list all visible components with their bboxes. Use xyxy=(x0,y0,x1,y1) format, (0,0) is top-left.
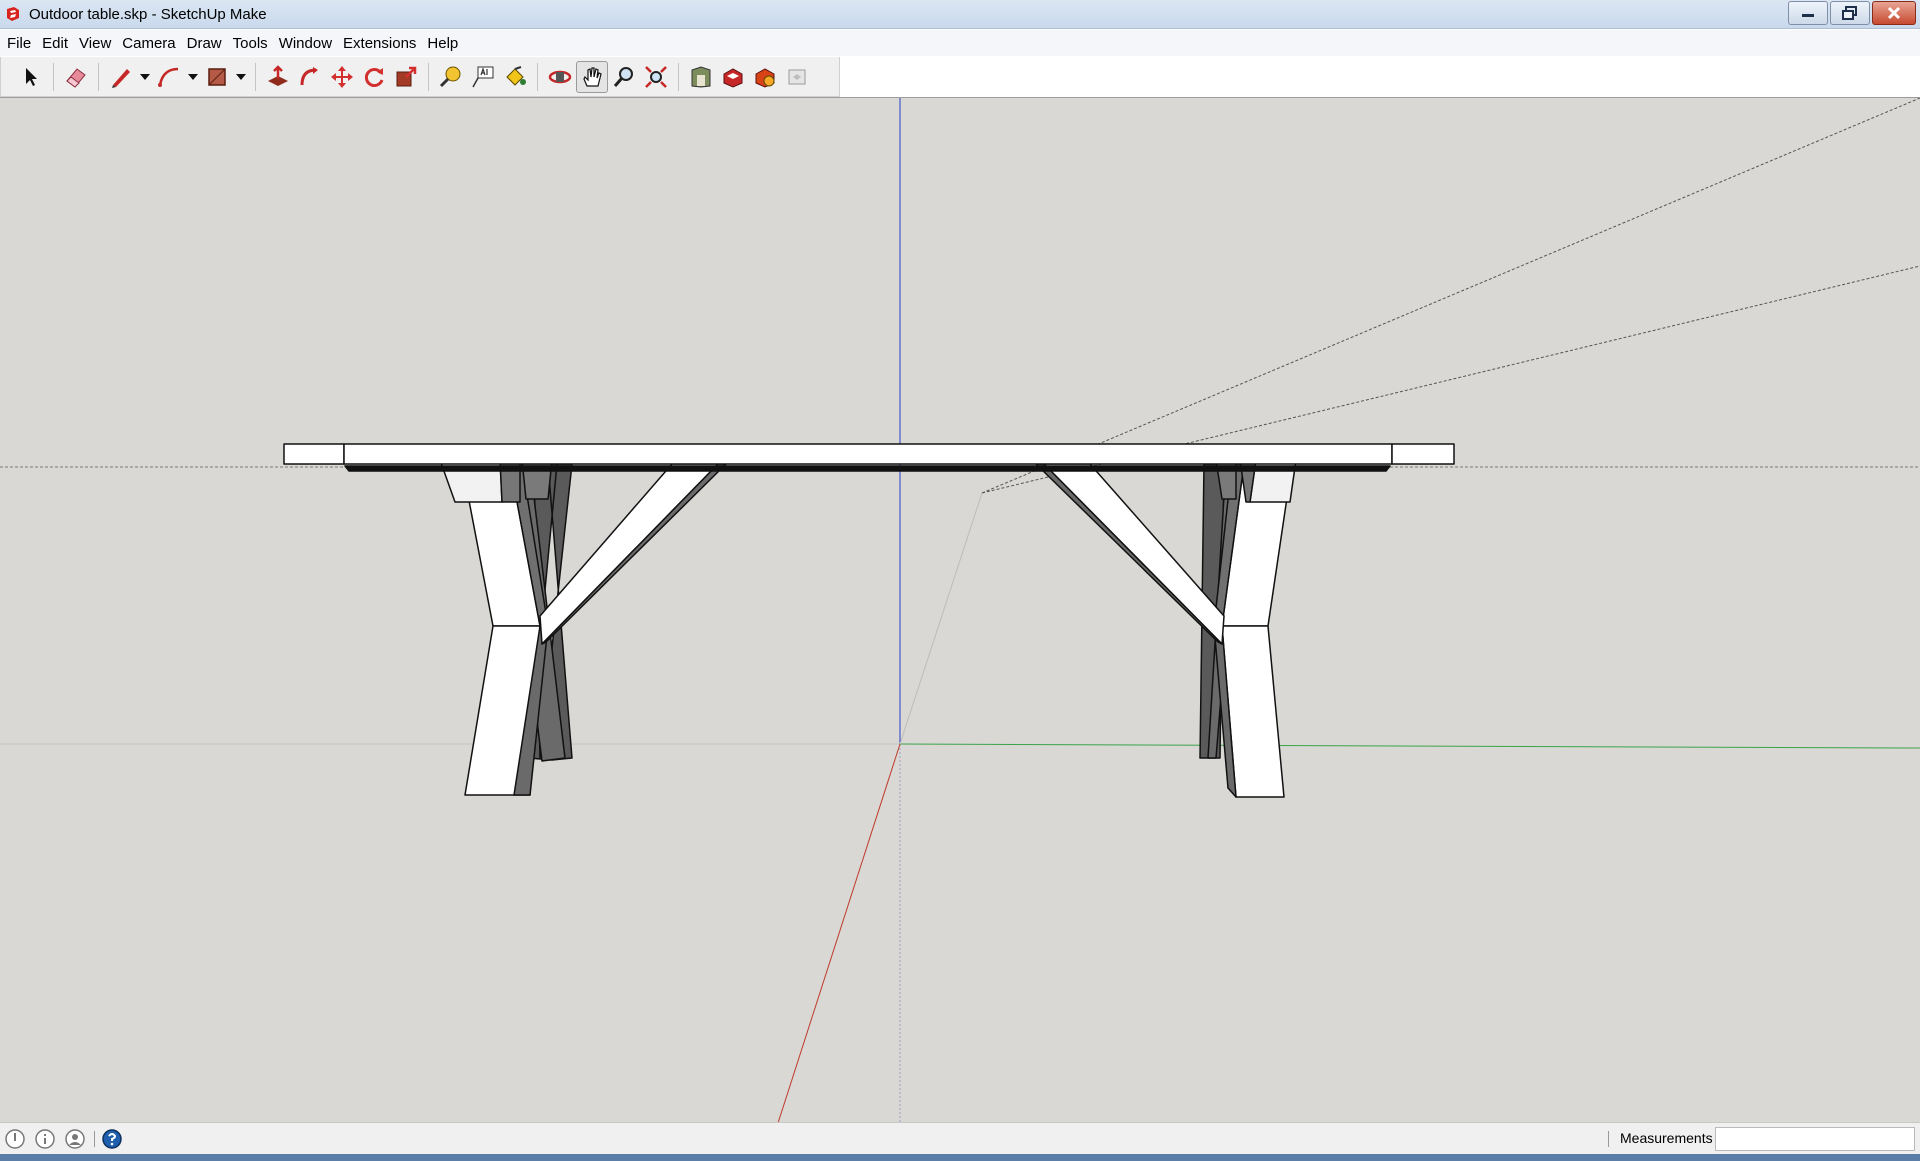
chevron-down-icon xyxy=(188,73,198,80)
move-icon xyxy=(331,65,353,88)
chevron-down-icon xyxy=(236,73,246,80)
orbit-tool-button[interactable] xyxy=(544,61,576,93)
eraser-icon xyxy=(66,67,86,88)
line-tool-dropdown[interactable] xyxy=(137,61,153,93)
red-axis xyxy=(777,743,901,1122)
share-model-button[interactable] xyxy=(781,61,813,93)
tape-measure-icon xyxy=(439,66,461,87)
rectangle-tool-button[interactable] xyxy=(201,61,233,93)
share-model-icon xyxy=(788,69,806,84)
menu-file[interactable]: File xyxy=(4,33,39,54)
toolbar-separator xyxy=(53,62,54,91)
scale-tool-button[interactable] xyxy=(390,61,422,93)
tabletop-underside xyxy=(344,465,1391,472)
rotate-icon xyxy=(364,67,384,87)
tabletop-left-breadboard xyxy=(283,443,345,465)
restore-icon xyxy=(1842,6,1857,20)
windows-taskbar xyxy=(0,1154,1920,1161)
status-bar: Measurements xyxy=(0,1122,1920,1154)
menu-view[interactable]: View xyxy=(76,33,119,54)
window-controls xyxy=(1788,1,1916,25)
toolbar-separator xyxy=(537,62,538,91)
menu-camera[interactable]: Camera xyxy=(119,33,183,54)
extension-warehouse-button[interactable] xyxy=(717,61,749,93)
rotate-tool-button[interactable] xyxy=(358,61,390,93)
measurements-label: Measurements xyxy=(1620,1130,1713,1146)
measurements-input[interactable] xyxy=(1715,1127,1915,1151)
3d-warehouse-icon xyxy=(691,65,711,88)
zoom-extents-icon xyxy=(645,65,667,88)
guide-line xyxy=(981,98,1920,494)
pan-tool-button[interactable] xyxy=(576,60,608,93)
extension-warehouse-icon xyxy=(723,67,743,88)
text-icon xyxy=(472,66,494,87)
window-title: Outdoor table.skp - SketchUp Make xyxy=(29,5,267,23)
pan-icon xyxy=(583,66,602,87)
follow-me-icon xyxy=(300,66,318,85)
paint-bucket-icon xyxy=(506,65,526,86)
toolbar-separator xyxy=(98,62,99,91)
guide-line xyxy=(899,492,983,745)
measurements-separator xyxy=(1608,1131,1609,1147)
chevron-down-icon xyxy=(140,73,150,80)
eraser-tool-button[interactable] xyxy=(60,61,92,93)
follow-me-tool-button[interactable] xyxy=(294,61,326,93)
close-icon xyxy=(1887,6,1901,20)
scale-icon xyxy=(396,66,417,86)
toolbar-separator xyxy=(94,1130,95,1147)
menu-edit[interactable]: Edit xyxy=(39,33,76,54)
move-tool-button[interactable] xyxy=(326,61,358,93)
layout-icon xyxy=(755,67,775,88)
menu-window[interactable]: Window xyxy=(276,33,340,54)
restore-button[interactable] xyxy=(1830,1,1870,25)
text-tool-button[interactable] xyxy=(467,61,499,93)
menu-draw[interactable]: Draw xyxy=(184,33,230,54)
drawing-area[interactable] xyxy=(0,97,1920,1122)
layout-button[interactable] xyxy=(749,61,781,93)
right-diagonal-brace-side xyxy=(1035,463,1223,645)
3d-warehouse-button[interactable] xyxy=(685,61,717,93)
zoom-extents-tool-button[interactable] xyxy=(640,61,672,93)
zoom-tool-button[interactable] xyxy=(608,61,640,93)
toolbar-separator xyxy=(255,62,256,91)
tabletop-right-breadboard xyxy=(1391,443,1455,465)
arc-tool-button[interactable] xyxy=(153,61,185,93)
menu-bar: File Edit View Camera Draw Tools Window … xyxy=(0,30,1920,56)
line-tool-button[interactable] xyxy=(105,61,137,93)
close-button[interactable] xyxy=(1872,1,1916,25)
minimize-icon xyxy=(1802,14,1814,17)
tabletop-main xyxy=(343,443,1393,465)
push-pull-tool-button[interactable] xyxy=(262,61,294,93)
title-bar: Outdoor table.skp - SketchUp Make xyxy=(0,0,1920,29)
select-tool-button[interactable] xyxy=(15,61,47,93)
pencil-icon xyxy=(112,68,130,88)
zoom-icon xyxy=(613,66,633,87)
instructor-help-icon[interactable] xyxy=(101,1128,123,1150)
rectangle-icon xyxy=(208,67,226,86)
tape-measure-tool-button[interactable] xyxy=(435,61,467,93)
arc-icon xyxy=(158,67,179,87)
toolbar-separator xyxy=(678,62,679,91)
toolbar-separator xyxy=(428,62,429,91)
credits-icon[interactable] xyxy=(34,1128,56,1150)
orbit-icon xyxy=(548,70,572,83)
arc-tool-dropdown[interactable] xyxy=(185,61,201,93)
minimize-button[interactable] xyxy=(1788,1,1828,25)
model-canvas[interactable] xyxy=(0,98,1920,1122)
sketchup-app-icon xyxy=(7,7,19,21)
select-icon xyxy=(26,67,37,86)
green-axis xyxy=(899,743,1920,749)
main-toolbar xyxy=(0,57,840,97)
geo-location-icon[interactable] xyxy=(4,1128,26,1150)
menu-extensions[interactable]: Extensions xyxy=(340,33,424,54)
menu-tools[interactable]: Tools xyxy=(230,33,276,54)
rectangle-tool-dropdown[interactable] xyxy=(233,61,249,93)
sign-in-icon[interactable] xyxy=(64,1128,86,1150)
paint-bucket-tool-button[interactable] xyxy=(499,61,531,93)
push-pull-icon xyxy=(268,64,288,86)
menu-help[interactable]: Help xyxy=(424,33,466,54)
